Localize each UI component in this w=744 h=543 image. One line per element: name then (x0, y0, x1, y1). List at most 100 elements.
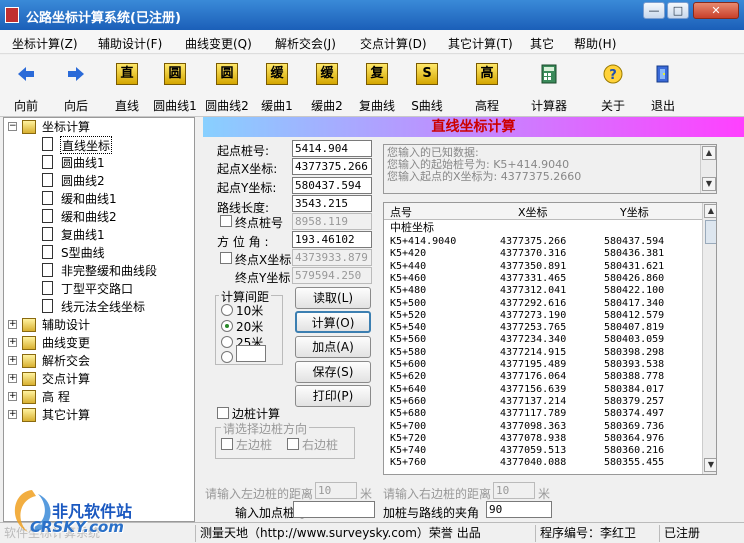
end-station-field[interactable]: 8958.119 (292, 213, 372, 230)
azimuth-field[interactable]: 193.46102 (292, 231, 372, 248)
tree-intersection-calc[interactable]: 交点计算 (42, 370, 90, 388)
menu-intersection-calc[interactable]: 交点计算(D) (360, 35, 427, 52)
interval-10-radio[interactable] (221, 304, 233, 316)
table-row[interactable]: K5+500 4377292.616 580417.340 (384, 298, 702, 310)
tree-item-incomplete-transition[interactable]: 非完整缓和曲线段 (61, 262, 157, 280)
table-row[interactable]: K5+620 4377176.064 580388.778 (384, 371, 702, 383)
straight-line-button[interactable]: 直 直线 (110, 59, 144, 115)
table-row[interactable]: K5+720 4377078.938 580364.976 (384, 433, 702, 445)
col-header-y[interactable]: Y坐标 (620, 204, 649, 220)
scroll-thumb[interactable] (705, 220, 716, 244)
left-edge-checkbox[interactable] (221, 438, 233, 450)
calculator-button[interactable]: 计算器 (528, 59, 570, 115)
interval-custom-field[interactable] (236, 345, 266, 362)
tree-item-element-method[interactable]: 线元法全线坐标 (61, 298, 145, 316)
tree-item-t-junction[interactable]: 丁型平交路口 (61, 280, 133, 298)
tree-curve-change[interactable]: 曲线变更 (42, 334, 90, 352)
table-row[interactable]: K5+600 4377195.489 580393.538 (384, 359, 702, 371)
scroll-down-icon[interactable]: ▼ (702, 177, 716, 191)
transition-curve2-button[interactable]: 缓 缓曲2 (308, 59, 346, 115)
circular-curve1-button[interactable]: 圆 圆曲线1 (152, 59, 198, 115)
table-row[interactable]: K5+560 4377234.340 580403.059 (384, 334, 702, 346)
menu-coordinate-calc[interactable]: 坐标计算(Z) (12, 35, 78, 52)
menu-other-calc[interactable]: 其它计算(T) (448, 35, 513, 52)
expand-icon[interactable]: + (8, 356, 17, 365)
interval-25-radio[interactable] (221, 336, 233, 348)
table-row[interactable]: K5+520 4377273.190 580412.579 (384, 310, 702, 322)
tree-item-straight-line[interactable]: 直线坐标 (60, 136, 113, 154)
forward-button[interactable]: 向前 (6, 59, 46, 115)
tree-item-s-curve[interactable]: S型曲线 (61, 244, 105, 262)
expand-icon[interactable]: + (8, 320, 17, 329)
interval-20-radio[interactable] (221, 320, 233, 332)
maximize-button[interactable]: □ (667, 2, 689, 19)
table-row[interactable]: K5+420 4377370.316 580436.381 (384, 248, 702, 260)
exit-button[interactable]: 退出 (646, 59, 680, 115)
tree-analytic-intersection[interactable]: 解析交会 (42, 352, 90, 370)
transition-curve1-button[interactable]: 缓 缓曲1 (258, 59, 296, 115)
table-scrollbar[interactable]: ▲ ▼ (702, 203, 716, 474)
table-row[interactable]: K5+640 4377156.639 580384.017 (384, 384, 702, 396)
table-row[interactable]: K5+680 4377117.789 580374.497 (384, 408, 702, 420)
tree-elevation[interactable]: 高 程 (42, 388, 70, 406)
table-row[interactable]: K5+760 4377040.088 580355.455 (384, 457, 702, 469)
table-row[interactable]: K5+480 4377312.041 580422.100 (384, 285, 702, 297)
expand-icon[interactable]: + (8, 374, 17, 383)
tree-root-coordinate[interactable]: 坐标计算 (42, 118, 90, 136)
left-distance-field[interactable]: 10 (315, 482, 357, 499)
tree-item-transition1[interactable]: 缓和曲线1 (61, 190, 117, 208)
table-row[interactable]: K5+580 4377214.915 580398.298 (384, 347, 702, 359)
table-row[interactable]: K5+440 4377350.891 580431.621 (384, 261, 702, 273)
message-box[interactable]: 您输入的已知数据: 您输入的起始桩号为: K5+414.9040 您输入起点的X… (383, 144, 717, 194)
menu-help[interactable]: 帮助(H) (574, 35, 616, 52)
length-field[interactable]: 3543.215 (292, 195, 372, 212)
angle-field[interactable]: 90 (486, 501, 552, 518)
start-x-field[interactable]: 4377375.266 (292, 158, 372, 175)
right-distance-field[interactable]: 10 (493, 482, 535, 499)
scroll-up-icon[interactable]: ▲ (704, 204, 716, 218)
right-edge-checkbox[interactable] (287, 438, 299, 450)
back-button[interactable]: 向后 (56, 59, 96, 115)
interval-custom-radio[interactable] (221, 351, 233, 363)
tree-item-compound1[interactable]: 复曲线1 (61, 226, 105, 244)
elevation-button[interactable]: 高 高程 (470, 59, 504, 115)
read-button[interactable]: 读取(L) (295, 287, 371, 309)
table-row[interactable]: K5+660 4377137.214 580379.257 (384, 396, 702, 408)
tree-item-circular1[interactable]: 圆曲线1 (61, 154, 105, 172)
print-button[interactable]: 打印(P) (295, 385, 371, 407)
expand-icon[interactable]: + (8, 410, 17, 419)
start-y-field[interactable]: 580437.594 (292, 177, 372, 194)
tree-item-transition2[interactable]: 缓和曲线2 (61, 208, 117, 226)
end-x-checkbox[interactable] (220, 252, 232, 264)
circular-curve2-button[interactable]: 圆 圆曲线2 (204, 59, 250, 115)
tree-other-calc[interactable]: 其它计算 (42, 406, 90, 424)
menu-curve-change[interactable]: 曲线变更(Q) (185, 35, 252, 52)
col-header-point[interactable]: 点号 (390, 204, 412, 220)
menu-other[interactable]: 其它 (530, 35, 554, 52)
table-row[interactable]: K5+700 4377098.363 580369.736 (384, 421, 702, 433)
collapse-icon[interactable]: − (8, 122, 17, 131)
tree-item-circular2[interactable]: 圆曲线2 (61, 172, 105, 190)
edge-calc-checkbox[interactable] (217, 407, 229, 419)
end-station-checkbox[interactable] (220, 215, 232, 227)
table-row[interactable]: K5+740 4377059.513 580360.216 (384, 445, 702, 457)
add-point-button[interactable]: 加点(A) (295, 336, 371, 358)
expand-icon[interactable]: + (8, 338, 17, 347)
table-row[interactable]: K5+460 4377331.465 580426.860 (384, 273, 702, 285)
scroll-down-icon[interactable]: ▼ (704, 458, 716, 472)
menu-analytic-intersection[interactable]: 解析交会(J) (275, 35, 336, 52)
add-station-field[interactable] (293, 501, 375, 518)
menu-aux-design[interactable]: 辅助设计(F) (98, 35, 162, 52)
compound-curve-button[interactable]: 复 复曲线 (356, 59, 398, 115)
close-button[interactable]: ✕ (693, 2, 739, 19)
about-button[interactable]: ? 关于 (596, 59, 630, 115)
scroll-up-icon[interactable]: ▲ (702, 146, 716, 160)
message-scrollbar[interactable]: ▲ ▼ (700, 145, 716, 193)
start-station-field[interactable]: 5414.904 (292, 140, 372, 157)
expand-icon[interactable]: + (8, 392, 17, 401)
table-row[interactable]: K5+414.9040 4377375.266 580437.594 (384, 236, 702, 248)
calculate-button[interactable]: 计算(O) (295, 311, 371, 333)
table-row[interactable]: K5+540 4377253.765 580407.819 (384, 322, 702, 334)
save-button[interactable]: 保存(S) (295, 361, 371, 383)
s-curve-button[interactable]: S S曲线 (408, 59, 446, 115)
